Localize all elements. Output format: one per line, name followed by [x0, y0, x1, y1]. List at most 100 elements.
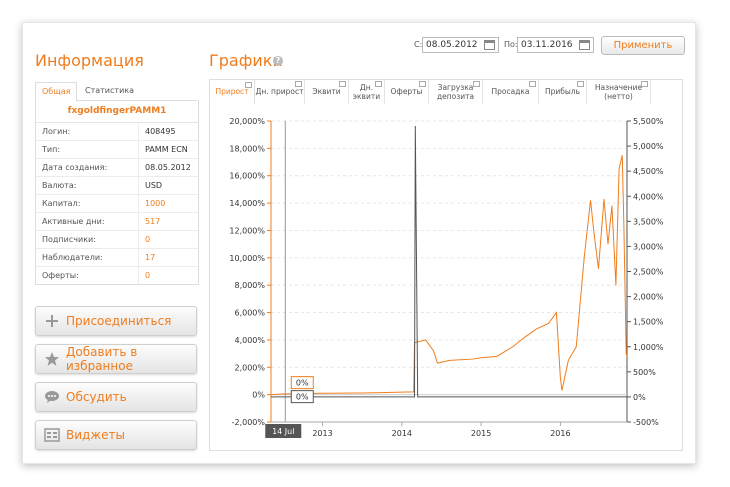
- info-row-value: PAMM ECN: [145, 145, 188, 154]
- chat-bubble-icon: [44, 389, 60, 405]
- add-favorite-button[interactable]: Добавить в избранное: [35, 344, 197, 374]
- info-row-label: Оферты:: [36, 267, 139, 284]
- corner-icon: [577, 81, 584, 87]
- corner-icon: [295, 81, 302, 87]
- y-right-tick-label: 3,500%: [633, 217, 664, 226]
- discuss-button[interactable]: Обсудить: [35, 382, 197, 412]
- corner-icon: [529, 81, 536, 87]
- add-favorite-label: Добавить в избранное: [66, 345, 138, 373]
- info-row-value: 517: [145, 217, 161, 226]
- cursor-date-label: 14 Jul: [272, 427, 294, 436]
- corner-icon: [375, 81, 382, 87]
- info-row-label: Наблюдатели:: [36, 249, 139, 266]
- x-tick-label: 2016: [550, 429, 570, 438]
- info-row: Капитал: 1000: [36, 195, 198, 213]
- plot-area[interactable]: [271, 121, 627, 422]
- calendar-icon[interactable]: [579, 40, 590, 50]
- info-row-label: Логин:: [36, 123, 139, 140]
- info-tabs: Общая Статистика: [35, 82, 197, 102]
- y-right-tick-label: 1,000%: [633, 343, 664, 352]
- tab-statistics[interactable]: Статистика: [79, 82, 140, 100]
- tab-profit[interactable]: Прибыль: [539, 79, 587, 104]
- corner-icon: [473, 81, 480, 87]
- info-row-value: 08.05.2012: [145, 163, 191, 172]
- apply-button[interactable]: Применить: [601, 36, 685, 55]
- account-name[interactable]: fxgoldfingerPAMM1: [36, 100, 198, 123]
- tab-daily-growth[interactable]: Дн. прирост: [255, 79, 305, 104]
- y-right-tick-label: 2,000%: [633, 293, 664, 302]
- widgets-button[interactable]: Виджеты: [35, 420, 197, 450]
- y-right-tick-label: 1,500%: [633, 318, 664, 327]
- y-left-tick-label: 16,000%: [229, 172, 265, 181]
- tab-drawdown[interactable]: Просадка: [483, 79, 539, 104]
- tab-offers[interactable]: Оферты: [385, 79, 429, 104]
- y-right-tick-label: 4,000%: [633, 192, 664, 201]
- y-left-tick-label: 18,000%: [229, 144, 265, 153]
- info-row: Тип: PAMM ECN: [36, 141, 198, 159]
- info-row-label: Валюта:: [36, 177, 139, 194]
- tab-equity[interactable]: Эквити: [305, 79, 349, 104]
- info-row-value: USD: [145, 181, 163, 190]
- y-left-tick-label: 4,000%: [234, 336, 265, 345]
- info-row-value: 1000: [145, 199, 166, 208]
- y-left-tick-label: 6,000%: [234, 309, 265, 318]
- info-row-value: 0: [145, 271, 151, 280]
- growth-chart[interactable]: -2,000% 0% 2,000% 4,000% 6,000% 8,000% 10,000%…: [209, 105, 683, 451]
- info-row: Подписчики: 0: [36, 231, 198, 249]
- corner-icon: [419, 81, 426, 87]
- tab-daily-equity[interactable]: Дн. эквити: [349, 79, 385, 104]
- value-label: 0%: [296, 393, 309, 402]
- join-label: Присоединиться: [66, 314, 172, 328]
- y-right-tick-label: 2,500%: [633, 268, 664, 277]
- info-row: Логин: 408495: [36, 123, 198, 141]
- plus-icon: [44, 313, 60, 329]
- calendar-icon[interactable]: [484, 40, 495, 50]
- info-row: Наблюдатели: 17: [36, 249, 198, 267]
- account-info-table: fxgoldfingerPAMM1 Логин: 408495 Тип: PAMM E…: [35, 100, 199, 285]
- y-left-tick-label: 10,000%: [229, 254, 265, 263]
- widgets-label: Виджеты: [66, 428, 125, 442]
- y-left-tick-label: 2,000%: [234, 363, 265, 372]
- info-row-label: Тип:: [36, 141, 139, 158]
- tab-general[interactable]: Общая: [35, 82, 78, 102]
- main-frame: Информация Общая Статистика fxgoldfinger…: [22, 22, 696, 464]
- info-row-label: Подписчики:: [36, 231, 139, 248]
- info-row-value: 0: [145, 235, 151, 244]
- tab-net-assignment[interactable]: Назначение (нетто): [587, 79, 651, 104]
- corner-icon: [339, 81, 346, 87]
- info-row: Валюта: USD: [36, 177, 198, 195]
- y-right-tick-label: 4,500%: [633, 167, 664, 176]
- y-right-tick-label: 5,000%: [633, 142, 664, 151]
- y-right-tick-label: -500%: [633, 418, 659, 427]
- y-right-tick-label: 0%: [633, 393, 646, 402]
- info-row-label: Капитал:: [36, 195, 139, 212]
- y-left-tick-label: 8,000%: [234, 281, 265, 290]
- join-button[interactable]: Присоединиться: [35, 306, 197, 336]
- x-tick-label: 2014: [392, 429, 412, 438]
- star-icon: [44, 351, 60, 367]
- y-left-tick-label: 20,000%: [229, 117, 265, 126]
- y-right-tick-label: 500%: [633, 368, 656, 377]
- corner-icon: [641, 81, 648, 87]
- y-left-tick-label: 12,000%: [229, 226, 265, 235]
- y-left-tick-label: -2,000%: [232, 418, 266, 427]
- info-row: Дата создания: 08.05.2012: [36, 159, 198, 177]
- info-row-label: Дата создания:: [36, 159, 139, 176]
- widget-grid-icon: [44, 427, 60, 443]
- y-left-tick-label: 0%: [252, 391, 265, 400]
- info-row-value: 408495: [145, 127, 176, 136]
- help-icon[interactable]: ?: [273, 56, 283, 66]
- tab-growth[interactable]: Прирост: [209, 79, 255, 104]
- graphs-title: Графики: [209, 51, 283, 70]
- corner-icon: [245, 82, 252, 88]
- to-label: По:: [504, 40, 518, 49]
- info-row-label: Активные дни:: [36, 213, 139, 230]
- info-row: Оферты: 0: [36, 267, 198, 284]
- value-label: 0%: [296, 379, 309, 388]
- info-row: Активные дни: 517: [36, 213, 198, 231]
- info-title: Информация: [35, 51, 144, 70]
- y-right-tick-label: 3,000%: [633, 242, 664, 251]
- tab-deposit-load[interactable]: Загрузка депозита: [429, 79, 483, 104]
- x-tick-label: 2013: [312, 429, 332, 438]
- discuss-label: Обсудить: [66, 390, 127, 404]
